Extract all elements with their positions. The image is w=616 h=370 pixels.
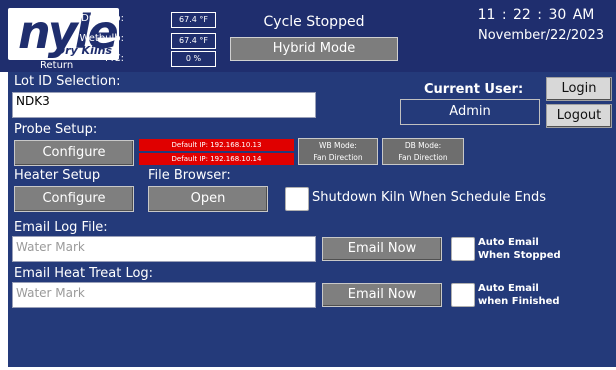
drybulb-label: Drybulb: (81, 13, 124, 24)
wb-mode-value: Fan Direction (313, 153, 363, 162)
email-heat-send-button[interactable]: Email Now (322, 283, 442, 307)
auto-email-stopped-line2: When Stopped (478, 250, 561, 261)
probe-setup-label: Probe Setup: (14, 122, 98, 137)
return-label[interactable]: Return (40, 60, 73, 71)
probe-ip-1: Default IP: 192.168.10.13 (139, 139, 294, 151)
wetbulb-value: 67.4 °F (171, 33, 216, 49)
auto-email-stopped-label: Auto Email When Stopped (478, 236, 561, 262)
lot-id-label: Lot ID Selection: (14, 74, 121, 89)
drybulb-value: 67.4 °F (171, 12, 216, 28)
file-browser-label: File Browser: (148, 168, 231, 183)
probe-ip-2: Default IP: 192.168.10.14 (139, 153, 294, 165)
wetbulb-label: Wetbulb: (79, 33, 124, 44)
db-mode-box[interactable]: DB Mode: Fan Direction (382, 138, 464, 165)
db-mode-value: Fan Direction (398, 153, 448, 162)
shutdown-checkbox[interactable] (285, 187, 309, 211)
email-heat-input[interactable]: Water Mark (12, 282, 316, 308)
mc-label: MC: (105, 53, 124, 64)
email-log-input[interactable]: Water Mark (12, 236, 316, 262)
logout-button[interactable]: Logout (546, 104, 612, 128)
file-browser-open-button[interactable]: Open (148, 186, 268, 212)
mode-indicator[interactable]: Hybrid Mode (230, 37, 398, 61)
lot-id-field[interactable]: NDK3 (12, 92, 316, 118)
clock-time: 11 : 22 : 30 AM (477, 7, 595, 23)
clock-date: November/22/2023 (477, 28, 604, 43)
email-heat-label: Email Heat Treat Log: (14, 266, 154, 281)
login-button[interactable]: Login (546, 77, 612, 101)
wb-mode-box[interactable]: WB Mode: Fan Direction (298, 138, 378, 165)
header-bar: nyle Dry Kilns Return Drybulb: 67.4 °F W… (0, 0, 616, 72)
auto-email-finished-checkbox[interactable] (451, 283, 475, 307)
auto-email-stopped-checkbox[interactable] (451, 237, 475, 261)
auto-email-finished-line2: when Finished (478, 296, 560, 307)
wb-mode-label: WB Mode: (319, 141, 357, 150)
auto-email-stopped-line1: Auto Email (478, 237, 539, 248)
mc-value: 0 % (171, 51, 216, 67)
heater-configure-button[interactable]: Configure (14, 186, 134, 212)
shutdown-label: Shutdown Kiln When Schedule Ends (312, 190, 546, 205)
heater-setup-label: Heater Setup (14, 168, 101, 183)
cycle-status: Cycle Stopped (263, 14, 365, 30)
auto-email-finished-line1: Auto Email (478, 283, 539, 294)
auto-email-finished-label: Auto Email when Finished (478, 282, 560, 308)
current-user-value: Admin (400, 99, 540, 125)
probe-configure-button[interactable]: Configure (14, 140, 134, 166)
email-log-label: Email Log File: (14, 220, 108, 235)
email-log-send-button[interactable]: Email Now (322, 237, 442, 261)
current-user-label: Current User: (424, 82, 524, 97)
db-mode-label: DB Mode: (404, 141, 442, 150)
